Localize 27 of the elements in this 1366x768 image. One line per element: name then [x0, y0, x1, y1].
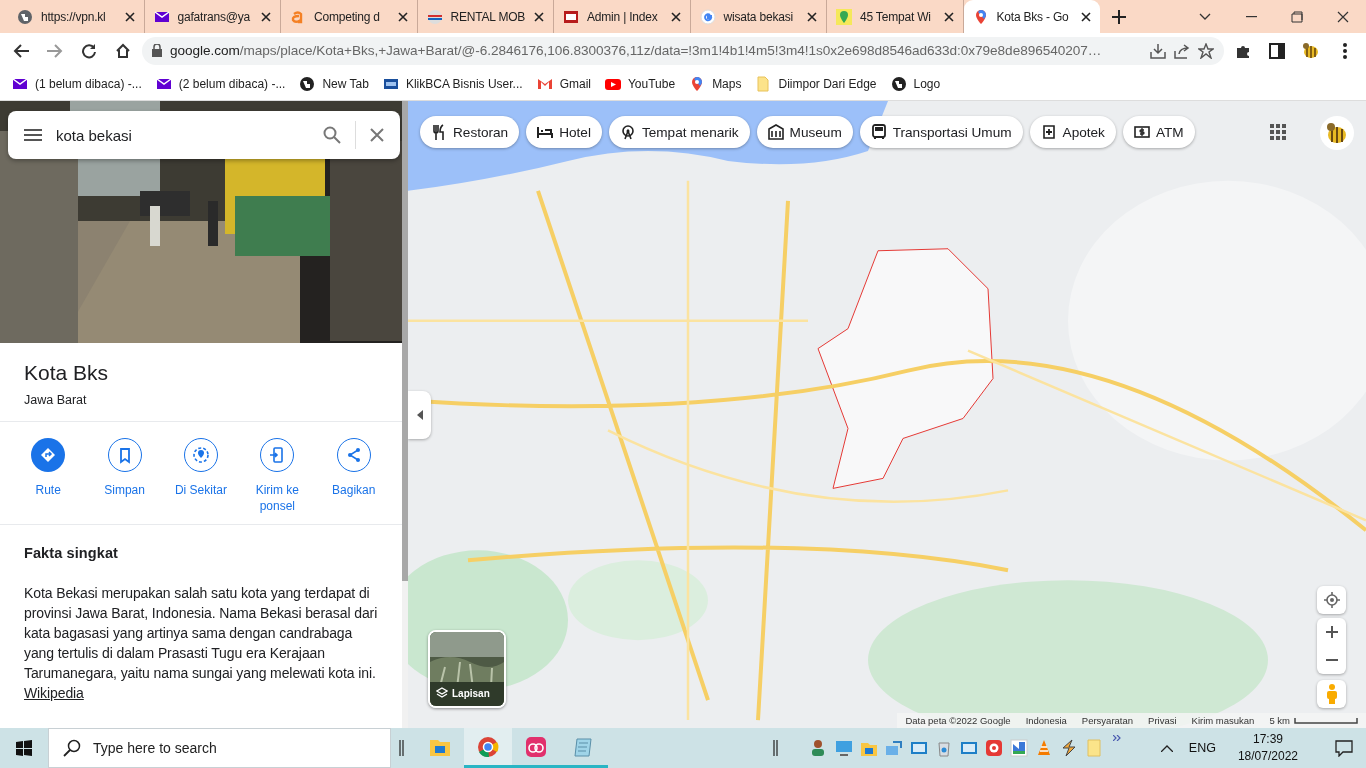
address-bar[interactable]: google.com/maps/place/Kota+Bks,+Jawa+Barat/@-6.2846176,106.8300376,11z/data=!3m1!4b1!4m5!3m4!1s0x2e698d8546ad633d:0x79e8de896540207…: [142, 36, 1224, 65]
language-indicator[interactable]: ENG: [1188, 741, 1216, 755]
search-field[interactable]: kota bekasi: [56, 126, 309, 144]
place-subtitle: Jawa Barat: [24, 393, 88, 407]
url-text: google.com/maps/place/Kota+Bks,+Jawa+Barat/@-6.2846176,106.8300376,11z/data=!3m1!4b1!4m5!3m4!1s0x2e698d8546ad633d:0x79e8de896540207…: [170, 43, 1103, 58]
action-button[interactable]: Bagikan: [317, 438, 390, 514]
action-button[interactable]: Kirim ke ponsel: [241, 438, 314, 514]
place-title: Kota Bks: [24, 361, 110, 385]
bookmark[interactable]: Maps: [689, 76, 742, 92]
action-button[interactable]: Di Sekitar: [164, 438, 237, 514]
browser-tab[interactable]: Kota Bks - Go: [963, 0, 1100, 33]
bookmark[interactable]: YouTube: [604, 76, 676, 92]
bookmark[interactable]: (2 belum dibaca) -...: [155, 76, 286, 92]
bookmark[interactable]: Diimpor Dari Edge: [755, 76, 877, 92]
bookmark[interactable]: Gmail: [536, 76, 591, 92]
bookmark[interactable]: New Tab: [299, 76, 369, 92]
description: Kota Bekasi merupakan salah satu kota yang terdapat di provinsi Jawa Barat, Indonesia. Nama Bekasi berasal dari kata bagasasi yang artinya sama dengan candrabaga yang tertulis di dalam Prasasti Tugu era Kerajaan Tarumanegara, yaitu nama sungai yang melewati kota ini. Wikipedia: [24, 584, 378, 703]
clock[interactable]: 17:39 18/07/2022: [1237, 731, 1298, 765]
section-heading: Fakta singkat: [24, 545, 119, 561]
wikipedia-link[interactable]: Wikipedia: [24, 685, 84, 701]
taskbar-search-box[interactable]: Type here to search: [48, 728, 391, 768]
bookmark[interactable]: (1 belum dibaca) -...: [12, 76, 142, 92]
action-button[interactable]: Rute: [12, 438, 85, 514]
action-button[interactable]: Simpan: [88, 438, 161, 514]
search-field[interactable]: Type here to search: [93, 740, 376, 756]
bookmark[interactable]: Logo: [890, 76, 941, 92]
bookmark[interactable]: KlikBCA Bisnis User...: [382, 76, 523, 92]
